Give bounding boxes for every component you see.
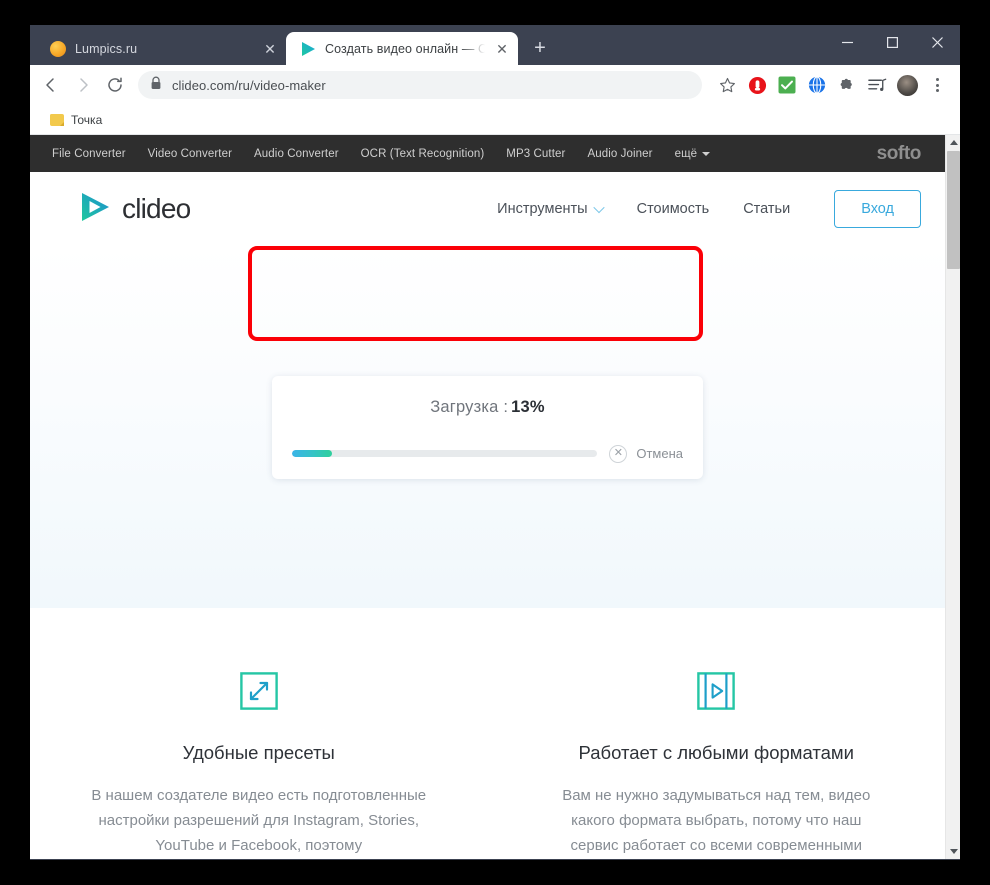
avatar: [896, 74, 918, 96]
lumpics-favicon: [50, 40, 66, 57]
softo-links: File Converter Video Converter Audio Con…: [52, 148, 877, 160]
feature-text: В нашем создателе видео есть подготовлен…: [91, 787, 427, 854]
bookmark-item[interactable]: Точка: [44, 110, 108, 130]
bookmark-label: Точка: [71, 112, 103, 127]
close-window-button[interactable]: [915, 25, 960, 59]
checkmark-extension-icon[interactable]: [774, 72, 800, 98]
web-page: File Converter Video Converter Audio Con…: [30, 135, 945, 858]
page-scrollbar[interactable]: [945, 135, 960, 859]
folder-icon: [50, 113, 64, 126]
progress-row: ✕ Отмена: [292, 444, 683, 463]
bookmarks-bar: Точка: [30, 105, 960, 135]
red-highlight-annotation: [248, 246, 703, 341]
feature-formats: Работает с любыми форматами Вам не нужно…: [488, 672, 946, 858]
browser-tab-clideo[interactable]: Создать видео онлайн — Сдела ✕: [286, 32, 518, 65]
back-button[interactable]: [36, 70, 66, 100]
address-bar[interactable]: clideo.com/ru/video-maker: [138, 71, 702, 99]
scroll-up-arrow[interactable]: [946, 135, 960, 150]
chevron-down-icon: [592, 201, 605, 214]
feature-text: Вам не нужно задумываться над тем, видео…: [562, 787, 871, 854]
site-header: clideo Инструменты Стоимость Статьи Вход: [30, 172, 945, 246]
minimize-button[interactable]: [825, 25, 870, 59]
softo-link-ocr[interactable]: OCR (Text Recognition): [361, 148, 485, 160]
adblock-icon[interactable]: [744, 72, 770, 98]
feature-title: Удобные пресеты: [182, 742, 335, 763]
scroll-down-arrow[interactable]: [946, 844, 960, 859]
softo-link-mp3-cutter[interactable]: MP3 Cutter: [506, 148, 565, 160]
clideo-logo-text: clideo: [122, 193, 191, 224]
reload-button[interactable]: [100, 70, 130, 100]
nav-item-articles[interactable]: Статьи: [743, 201, 790, 217]
nav-item-pricing[interactable]: Стоимость: [637, 201, 710, 217]
clideo-logo-icon: [78, 190, 112, 229]
new-tab-button[interactable]: +: [526, 34, 554, 62]
lock-icon: [150, 76, 162, 95]
extensions-puzzle-icon[interactable]: [834, 72, 860, 98]
nav-item-tools[interactable]: Инструменты: [497, 201, 605, 217]
kebab-menu-icon: [935, 78, 939, 92]
softo-more-menu[interactable]: ещё: [675, 148, 711, 160]
softo-logo[interactable]: softo: [877, 143, 922, 165]
feature-presets: Удобные пресеты В нашем создателе видео …: [30, 672, 488, 858]
tab-title: Создать видео онлайн — Сдела: [325, 41, 485, 56]
scrollbar-thumb[interactable]: [947, 151, 960, 269]
softo-link-audio-converter[interactable]: Audio Converter: [254, 148, 339, 160]
softo-more-label: ещё: [674, 147, 698, 160]
cancel-label: Отмена: [636, 446, 683, 461]
tab-close-icon[interactable]: ✕: [262, 41, 278, 57]
profile-avatar[interactable]: [894, 72, 920, 98]
softo-link-video-converter[interactable]: Video Converter: [148, 148, 232, 160]
close-circle-icon: ✕: [609, 444, 628, 463]
login-button[interactable]: Вход: [834, 190, 921, 228]
globe-extension-icon[interactable]: [804, 72, 830, 98]
upload-percent: 13%: [511, 397, 545, 416]
video-frame-play-icon: [697, 672, 736, 715]
bookmark-star-icon[interactable]: [714, 72, 740, 98]
softo-link-audio-joiner[interactable]: Audio Joiner: [587, 148, 652, 160]
tab-close-icon[interactable]: ✕: [494, 41, 510, 57]
cancel-upload-button[interactable]: ✕ Отмена: [609, 444, 683, 463]
maximize-button[interactable]: [870, 25, 915, 59]
nav-item-tools-label: Инструменты: [497, 201, 588, 217]
upload-progress-card: Загрузка :13% ✕ Отмена: [272, 375, 703, 479]
browser-toolbar: clideo.com/ru/video-maker: [30, 65, 960, 105]
features-section: Удобные пресеты В нашем создателе видео …: [30, 608, 945, 858]
tab-title: Lumpics.ru: [75, 41, 138, 56]
browser-menu-button[interactable]: [924, 72, 950, 98]
upload-status: Загрузка :13%: [292, 398, 683, 417]
hero-section: Загрузка :13% ✕ Отмена: [30, 246, 945, 608]
chevron-down-icon: [702, 151, 711, 156]
window-controls: [825, 25, 960, 59]
site-nav: Инструменты Стоимость Статьи Вход: [497, 190, 921, 228]
softo-link-file-converter[interactable]: File Converter: [52, 148, 126, 160]
forward-button[interactable]: [68, 70, 98, 100]
browser-tab-lumpics[interactable]: Lumpics.ru ✕: [36, 32, 286, 65]
browser-window: Lumpics.ru ✕ Создать видео онлайн — Сдел…: [30, 25, 960, 860]
resize-arrows-icon: [239, 672, 278, 715]
progress-bar-track: [292, 450, 598, 457]
url-text: clideo.com/ru/video-maker: [172, 77, 326, 93]
softo-top-bar: File Converter Video Converter Audio Con…: [30, 135, 945, 172]
clideo-logo[interactable]: clideo: [78, 190, 191, 229]
clideo-favicon: [300, 41, 316, 57]
feature-title: Работает с любыми форматами: [578, 742, 855, 763]
page-viewport: File Converter Video Converter Audio Con…: [30, 135, 960, 859]
progress-bar-fill: [292, 450, 332, 457]
upload-status-label: Загрузка :: [430, 397, 509, 416]
playlist-icon[interactable]: [864, 72, 890, 98]
tab-strip: Lumpics.ru ✕ Создать видео онлайн — Сдел…: [30, 25, 960, 65]
